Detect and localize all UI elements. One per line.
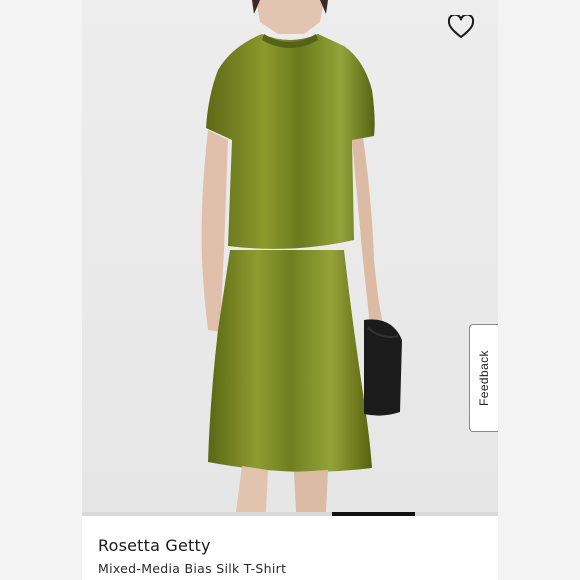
- product-photo[interactable]: [82, 0, 498, 512]
- feedback-label: Feedback: [477, 350, 491, 406]
- product-info: Rosetta Getty Mixed-Media Bias Silk T-Sh…: [98, 536, 482, 576]
- product-card[interactable]: Rosetta Getty Mixed-Media Bias Silk T-Sh…: [82, 0, 498, 580]
- favorite-button[interactable]: [446, 12, 476, 42]
- model-illustration: [201, 0, 402, 512]
- gallery-progress-track: [82, 512, 498, 516]
- heart-outline-icon: [448, 15, 474, 38]
- product-name[interactable]: Mixed-Media Bias Silk T-Shirt: [98, 561, 482, 576]
- brand-name[interactable]: Rosetta Getty: [98, 536, 482, 555]
- feedback-tab[interactable]: Feedback: [469, 324, 498, 432]
- gallery-progress-fill: [332, 512, 415, 516]
